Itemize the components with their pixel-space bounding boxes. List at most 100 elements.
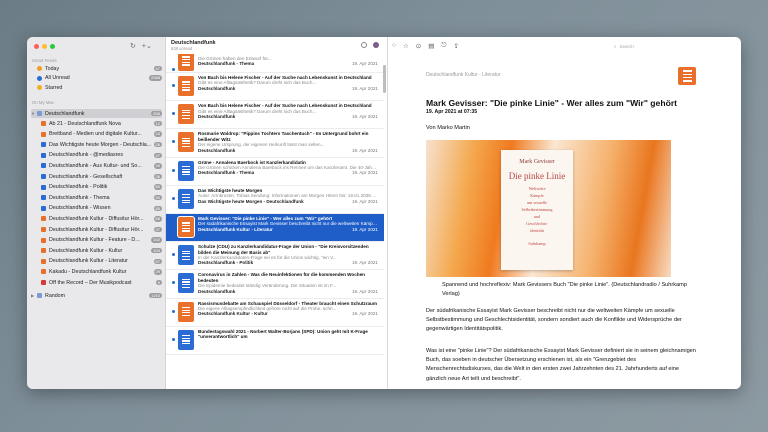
- article-list-item[interactable]: Von Bach bis Helene Fischer - Auf der Su…: [166, 101, 384, 130]
- unread-count: 838 unread: [171, 46, 193, 51]
- sidebar-item-label: Deutschlandfunk - Aus Kultur- und So...: [49, 162, 142, 169]
- unread-dot-icon: [172, 281, 175, 285]
- sidebar-item-smart-feed[interactable]: All Unread 2068: [31, 74, 162, 83]
- article-thumbnail-icon: [178, 245, 194, 266]
- article-source: Deutschlandfunk - Thema: [198, 61, 255, 67]
- sidebar-item-label: All Unread: [45, 75, 70, 81]
- star-icon[interactable]: ☆: [403, 42, 409, 50]
- feed-avatar-icon: [373, 42, 379, 48]
- sidebar-item-label: Ab 21 - Deutschlandfunk Nova: [49, 120, 121, 127]
- open-browser-icon[interactable]: ⎋: [441, 42, 446, 50]
- feed-icon: [41, 216, 46, 222]
- article-list-item[interactable]: Von Bach bis Helene Fischer - Auf der Su…: [166, 73, 384, 102]
- sidebar-folder-random[interactable]: ▶ Random 1210: [31, 291, 162, 300]
- article-title: Bundestagswahl 2021 - Norbert Walter-Bor…: [198, 328, 368, 340]
- search-field[interactable]: ⌕ Search: [614, 42, 734, 50]
- article-source: Das Wichtigste heute Morgen - Deutschlan…: [198, 198, 304, 204]
- sidebar-item-smart-feed[interactable]: Today 47: [31, 64, 162, 73]
- sidebar-item-feed[interactable]: Deutschlandfunk Kultur - Literatur 57: [31, 257, 162, 266]
- article-thumbnail-icon: [178, 329, 194, 350]
- article-text: Rassismusdebatte am Schauspiel Düsseldor…: [198, 301, 378, 317]
- sidebar-item-label: Deutschlandfunk Kultur - Diffusitur Hör.…: [49, 226, 144, 233]
- article-source: Deutschlandfunk - Thema: [198, 170, 255, 176]
- article-list-header: Deutschlandfunk 838 unread: [166, 37, 387, 54]
- unread-count-badge: 1210: [149, 292, 162, 299]
- article-list-item[interactable]: Rosmarie Waldrop: "Pippins Tochters Tasc…: [166, 129, 384, 158]
- article-date: 19. Apr 2021: [351, 311, 378, 317]
- article-title: Schulze (CDU) zu Kanzlerkandidatur-Frage…: [198, 244, 369, 255]
- sidebar-item-feed[interactable]: Deutschlandfunk - Gesellschaft 36: [31, 172, 162, 181]
- unread-count-badge: 102: [151, 237, 162, 243]
- article-list-item[interactable]: Mark Gevisser: "Die pinke Linie" - Wer a…: [166, 213, 384, 243]
- sidebar-item-label: Starred: [45, 84, 63, 91]
- unread-count-badge: 12: [153, 120, 162, 127]
- article-thumbnail-icon: [178, 216, 194, 237]
- article-source: Deutschlandfunk - Politik: [198, 260, 254, 266]
- unread-count-badge: 37: [153, 226, 162, 233]
- feed-name[interactable]: Deutschlandfunk Kultur - Literatur: [426, 72, 500, 78]
- book-cover: Mark Gevisser Die pinke Linie Weltweite K…: [501, 150, 573, 270]
- list-scrollbar[interactable]: [383, 65, 386, 93]
- book-title: Die pinke Linie: [508, 171, 566, 181]
- folder-icon: [37, 293, 42, 298]
- article-meta: Deutschlandfunk 19. Apr 2021: [198, 114, 378, 119]
- unread-dot-icon: [172, 309, 175, 313]
- zoom-window-button[interactable]: [50, 44, 55, 49]
- sidebar-item-label: Breitband - Medien und digitale Kultur..…: [49, 131, 142, 138]
- sidebar-item-feed[interactable]: Breitband - Medien und digitale Kultur..…: [31, 130, 162, 139]
- close-window-button[interactable]: [34, 44, 39, 49]
- article-image[interactable]: Mark Gevisser Die pinke Linie Weltweite K…: [426, 140, 671, 277]
- share-icon[interactable]: ⇪: [454, 42, 459, 50]
- unread-dot-icon: [172, 140, 175, 144]
- article-thumbnail-icon: [178, 273, 194, 294]
- sidebar-item-feed[interactable]: Off the Record – Der Musikpodcast 9: [31, 278, 162, 287]
- sidebar-item-feed[interactable]: Deutschlandfunk Kultur - Feature - D... 1…: [31, 236, 162, 245]
- article-list-item[interactable]: Coronavirus in Zahlen - Was die Neuinfek…: [166, 270, 384, 299]
- feed-icon: [41, 280, 46, 285]
- article-list-item[interactable]: Rassismusdebatte am Schauspiel Düsseldor…: [166, 299, 384, 327]
- article-thumbnail-icon: [178, 76, 194, 96]
- article-text: Coronavirus in Zahlen - Was die Neuinfek…: [198, 272, 378, 294]
- article-date: 19. Apr 2021: [351, 288, 378, 294]
- article-list-item[interactable]: Schulze (CDU) zu Kanzlerkandidatur-Frage…: [166, 242, 384, 271]
- article-author: Von Marko Martin: [426, 125, 470, 131]
- sidebar-item-feed[interactable]: Ab 21 - Deutschlandfunk Nova 12: [31, 119, 162, 128]
- sidebar-item-feed[interactable]: Deutschlandfunk - Politik 80: [31, 183, 162, 192]
- on-my-mac-header: On My Mac: [32, 100, 54, 105]
- sidebar-item-label: Deutschlandfunk - @mediasres: [49, 152, 123, 159]
- mark-all-read-icon[interactable]: [361, 42, 367, 48]
- article-list-item[interactable]: Das Wichtigste heute Morgen Autor: Armbru…: [166, 186, 384, 214]
- sidebar-item-feed[interactable]: Deutschlandfunk - Wissen 85: [31, 204, 162, 213]
- sidebar-folder-deutschlandfunk[interactable]: ▼ Deutschlandfunk 838: [31, 109, 162, 118]
- book-subtitle-line: Kämpfe: [530, 193, 544, 198]
- article-source: Deutschlandfunk: [198, 114, 236, 119]
- sidebar-item-feed[interactable]: Deutschlandfunk Kultur - Diffusitur Hör.…: [31, 225, 162, 234]
- article-title[interactable]: Mark Gevisser: "Die pinke Linie" - Wer a…: [426, 98, 696, 108]
- next-unread-icon[interactable]: ⊙: [416, 42, 421, 50]
- sidebar-item-feed[interactable]: Deutschlandfunk - Aus Kultur- und So... 4…: [31, 161, 162, 170]
- book-subtitle-line: Weltweite: [528, 186, 546, 191]
- minimize-window-button[interactable]: [42, 44, 47, 49]
- article-list-item[interactable]: Bundestagswahl 2021 - Norbert Walter-Bor…: [166, 327, 384, 355]
- mark-unread-icon[interactable]: ○: [392, 42, 396, 50]
- reader-toolbar: ○ ☆ ⊙ ▤ ⎋ ⇪: [392, 42, 459, 50]
- sidebar-item-label: Today: [45, 65, 60, 72]
- article-list-item[interactable]: Die Grünen haben den Entwurf für... Deuts…: [166, 54, 384, 73]
- book-subtitle-line: und: [533, 214, 541, 219]
- unread-count-badge: 104: [151, 247, 162, 254]
- sidebar-item-smart-feed[interactable]: Starred: [31, 83, 162, 92]
- sidebar-item-feed[interactable]: Deutschlandfunk - @mediasres 47: [31, 151, 162, 160]
- sidebar-toolbar: ↻ +⌄: [130, 42, 152, 50]
- sidebar-item-feed[interactable]: Deutschlandfunk - Thema 90: [31, 193, 162, 202]
- sidebar-item-label: Kakadu - Deutschlandfunk Kultur: [49, 268, 127, 275]
- sidebar-item-feed[interactable]: Deutschlandfunk Kultur - Diffusitur Hör.…: [31, 214, 162, 223]
- refresh-icon[interactable]: ↻: [130, 42, 136, 50]
- sidebar-item-feed[interactable]: Deutschlandfunk Kultur - Kultur 104: [31, 246, 162, 255]
- book-subtitle-line: identität: [530, 228, 544, 233]
- reader-view-icon[interactable]: ▤: [428, 42, 434, 50]
- sidebar-item-feed[interactable]: Kakadu - Deutschlandfunk Kultur 29: [31, 267, 162, 276]
- add-icon[interactable]: +⌄: [142, 42, 152, 50]
- article-list-item[interactable]: Grüne - Annalena Baerbock ist Kanzlerkan…: [166, 158, 384, 186]
- unread-count-badge: 29: [153, 269, 162, 275]
- sidebar-item-feed[interactable]: Das Wichtigste heute Morgen - Deutschla.…: [31, 140, 162, 149]
